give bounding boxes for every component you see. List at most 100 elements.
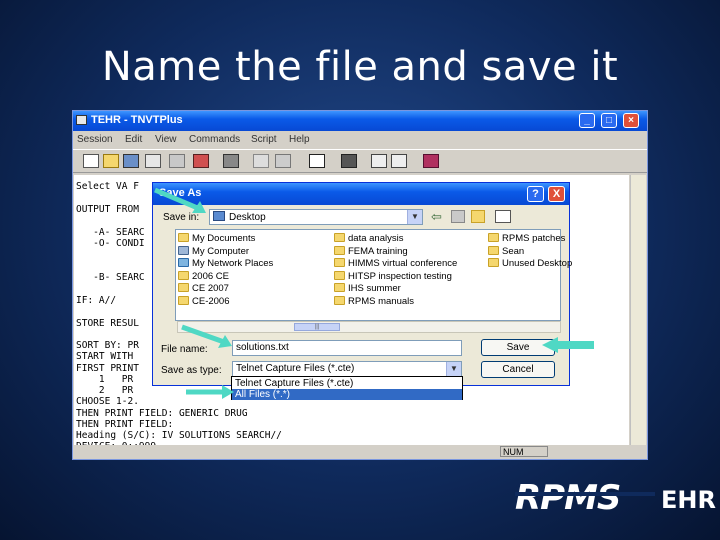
file-list-item[interactable]: My Network Places (178, 258, 273, 269)
save-in-dropdown[interactable]: Desktop ▼ (209, 209, 423, 225)
menu-edit[interactable]: Edit (125, 134, 142, 145)
scrollbar-thumb[interactable]: ||| (294, 323, 340, 331)
file-list-item[interactable]: CE 2007 (178, 283, 229, 294)
file-list-item[interactable]: HIMMS virtual conference (334, 258, 457, 269)
file-list-item-label: HITSP inspection testing (348, 270, 452, 282)
terminal-line: STORE RESUL (76, 318, 139, 329)
my-documents-icon (178, 233, 189, 242)
terminal-scrollbar[interactable] (630, 175, 646, 445)
send-icon[interactable] (371, 154, 387, 168)
terminal-titlebar[interactable]: TEHR - TNVTPlus _ □ × (73, 111, 647, 131)
back-icon[interactable]: ⇦ (431, 209, 442, 225)
file-list-item[interactable]: My Computer (178, 245, 250, 257)
new-folder-icon[interactable] (471, 210, 485, 223)
save-icon[interactable] (123, 154, 139, 168)
disconnect-icon[interactable] (193, 154, 209, 168)
file-list-item-label: FEMA training (348, 245, 408, 257)
folder-icon (334, 296, 345, 305)
terminal-line: -O- CONDI (76, 238, 145, 249)
file-list-item-label: 2006 CE (192, 270, 229, 282)
file-list-item-label: My Documents (192, 233, 256, 244)
up-folder-icon[interactable] (451, 210, 465, 223)
menu-view[interactable]: View (155, 134, 177, 145)
folder-icon (178, 283, 189, 293)
properties-icon[interactable] (145, 154, 161, 168)
terminal-line: -B- SEARC (76, 272, 145, 283)
file-list-item-label: IHS summer (348, 283, 401, 295)
type-option[interactable]: Telnet Capture Files (*.cte) (232, 378, 462, 389)
screen-icon[interactable] (309, 154, 325, 168)
terminal-line: SORT BY: PR (76, 340, 139, 351)
file-list-item[interactable]: CE-2006 (178, 296, 230, 307)
file-list-item[interactable]: data analysis (334, 233, 403, 244)
file-list[interactable]: My Documents My Computer My Network Places… (175, 229, 572, 321)
terminal-line: THEN PRINT FIELD: (76, 419, 174, 430)
maximize-icon[interactable]: □ (601, 113, 617, 128)
terminal-line: START WITH (76, 351, 134, 362)
file-list-item-label: Unused Desktop (502, 258, 573, 270)
menu-help[interactable]: Help (289, 134, 310, 145)
menu-commands[interactable]: Commands (189, 134, 240, 145)
folder-icon (488, 245, 499, 255)
my-computer-icon (178, 245, 189, 255)
paste-icon[interactable] (275, 154, 291, 168)
terminal-statusbar: NUM (73, 445, 647, 459)
file-list-item[interactable]: RPMS patches (488, 233, 565, 244)
file-name-input[interactable]: solutions.txt (232, 340, 462, 356)
file-list-item[interactable]: HITSP inspection testing (334, 270, 452, 282)
copy-icon[interactable] (253, 154, 269, 168)
dialog-titlebar[interactable]: Save As ? X (153, 183, 569, 205)
print-icon[interactable] (223, 154, 239, 168)
file-list-item[interactable]: RPMS manuals (334, 296, 414, 307)
save-in-value: Desktop (229, 212, 266, 223)
help-icon[interactable]: ? (527, 186, 544, 202)
file-list-item-label: data analysis (348, 233, 404, 244)
dialog-close-icon[interactable]: X (548, 186, 565, 202)
chevron-down-icon: ▼ (407, 210, 422, 224)
file-name-value: solutions.txt (236, 342, 289, 353)
file-list-item[interactable]: Unused Desktop (488, 258, 572, 269)
desktop-icon (213, 211, 225, 221)
file-list-item-label: My Computer (192, 245, 250, 257)
save-type-options[interactable]: Telnet Capture Files (*.cte) All Files (… (231, 376, 463, 400)
file-list-item-label: CE 2007 (192, 283, 229, 295)
terminal-line: OUTPUT FROM (76, 204, 139, 215)
save-as-dialog: Save As ? X Save in: Desktop ▼ ⇦ My Docu… (152, 182, 572, 386)
menu-session[interactable]: Session (77, 134, 113, 145)
new-icon[interactable] (83, 154, 99, 168)
folder-icon (178, 296, 189, 305)
num-lock-indicator: NUM (500, 446, 548, 457)
arrow-save-in-icon (154, 187, 206, 213)
slide-title: Name the file and save it (101, 44, 619, 90)
folder-icon (334, 233, 345, 242)
book-icon[interactable] (423, 154, 439, 168)
arrow-all-files-icon (186, 385, 234, 399)
terminal-line: Heading (S/C): IV SOLUTIONS SEARCH// (76, 430, 282, 441)
file-list-item[interactable]: My Documents (178, 233, 255, 244)
terminal-line: -A- SEARC (76, 227, 145, 238)
save-type-value: Telnet Capture Files (*.cte) (236, 363, 355, 374)
receive-icon[interactable] (391, 154, 407, 168)
minimize-icon[interactable]: _ (579, 113, 595, 128)
keyboard-icon[interactable] (341, 154, 357, 168)
cancel-button[interactable]: Cancel (481, 361, 555, 378)
save-type-dropdown[interactable]: Telnet Capture Files (*.cte) ▼ (232, 361, 462, 377)
close-icon[interactable]: × (623, 113, 639, 128)
logo-rpms: RPMS (515, 478, 621, 518)
file-list-item[interactable]: FEMA training (334, 245, 408, 257)
menu-script[interactable]: Script (251, 134, 277, 145)
file-list-item-label: RPMS manuals (348, 296, 414, 307)
logo-ehr: EHR (661, 486, 716, 514)
chevron-down-icon: ▼ (446, 362, 461, 376)
file-list-item[interactable]: Sean (488, 245, 524, 257)
file-list-item[interactable]: 2006 CE (178, 270, 229, 282)
terminal-toolbar (73, 149, 647, 173)
connect-icon[interactable] (169, 154, 185, 168)
terminal-app-icon (76, 115, 87, 125)
views-icon[interactable] (495, 210, 511, 223)
terminal-window-title: TEHR - TNVTPlus (91, 114, 183, 126)
type-option-selected[interactable]: All Files (*.*) (232, 389, 462, 400)
open-icon[interactable] (103, 154, 119, 168)
terminal-line: Select VA F (76, 181, 139, 192)
file-list-item[interactable]: IHS summer (334, 283, 401, 294)
